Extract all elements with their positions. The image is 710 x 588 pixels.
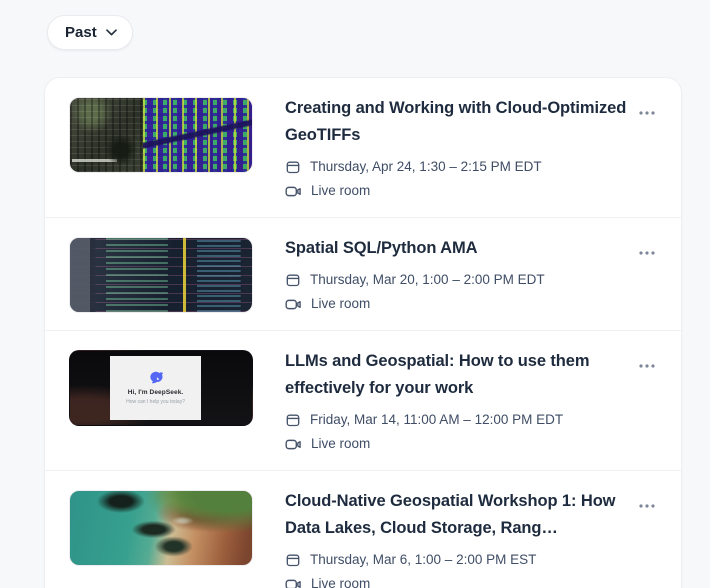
ellipsis-icon (639, 111, 655, 115)
ellipsis-icon (639, 504, 655, 508)
event-row[interactable]: Spatial SQL/Python AMA Thursday, Mar 20,… (45, 217, 681, 330)
event-info: LLMs and Geospatial: How to use them eff… (285, 347, 627, 454)
event-thumbnail[interactable]: Hi, I'm DeepSeek. How can I help you tod… (69, 350, 253, 426)
event-title[interactable]: Spatial SQL/Python AMA (285, 235, 627, 262)
calendar-icon (285, 159, 301, 175)
video-camera-icon (285, 437, 302, 452)
event-datetime-text: Thursday, Apr 24, 1:30 – 2:15 PM EDT (310, 157, 542, 177)
event-location: Live room (285, 574, 627, 588)
event-location-text: Live room (311, 434, 370, 454)
calendar-icon (285, 552, 301, 568)
events-list-card: Creating and Working with Cloud-Optimize… (44, 77, 682, 588)
event-location-text: Live room (311, 294, 370, 314)
event-datetime: Thursday, Mar 6, 1:00 – 2:00 PM EST (285, 550, 627, 570)
event-location: Live room (285, 294, 627, 314)
event-info: Spatial SQL/Python AMA Thursday, Mar 20,… (285, 234, 627, 314)
video-camera-icon (285, 297, 302, 312)
event-thumbnail[interactable] (69, 490, 253, 566)
deepseek-headline: Hi, I'm DeepSeek. (128, 389, 184, 396)
event-datetime: Friday, Mar 14, 11:00 AM – 12:00 PM EDT (285, 410, 627, 430)
event-info: Cloud-Native Geospatial Workshop 1: How … (285, 487, 627, 588)
satellite-image (70, 98, 143, 172)
event-thumbnail[interactable] (69, 237, 253, 313)
ellipsis-icon (639, 251, 655, 255)
event-title[interactable]: LLMs and Geospatial: How to use them eff… (285, 348, 627, 402)
event-title[interactable]: Cloud-Native Geospatial Workshop 1: How … (285, 488, 627, 542)
event-location: Live room (285, 434, 627, 454)
filter-label: Past (65, 24, 97, 41)
event-datetime-text: Friday, Mar 14, 11:00 AM – 12:00 PM EDT (310, 410, 563, 430)
raster-colormap-image (143, 98, 252, 172)
chevron-down-icon (106, 29, 117, 36)
event-location-text: Live room (311, 181, 370, 201)
more-options-button[interactable] (635, 496, 659, 516)
event-row[interactable]: Creating and Working with Cloud-Optimize… (45, 78, 681, 217)
more-options-button[interactable] (635, 356, 659, 376)
event-row[interactable]: Hi, I'm DeepSeek. How can I help you tod… (45, 330, 681, 470)
event-datetime-text: Thursday, Mar 20, 1:00 – 2:00 PM EDT (310, 270, 545, 290)
event-row[interactable]: Cloud-Native Geospatial Workshop 1: How … (45, 470, 681, 588)
more-options-button[interactable] (635, 103, 659, 123)
video-camera-icon (285, 184, 302, 199)
event-title[interactable]: Creating and Working with Cloud-Optimize… (285, 95, 627, 149)
calendar-icon (285, 412, 301, 428)
deepseek-whale-logo (147, 371, 164, 384)
event-datetime-text: Thursday, Mar 6, 1:00 – 2:00 PM EST (310, 550, 536, 570)
deepseek-subtext: How can I help you today? (126, 399, 185, 405)
event-datetime: Thursday, Mar 20, 1:00 – 2:00 PM EDT (285, 270, 627, 290)
aerial-coastline-image (70, 491, 252, 565)
event-location: Live room (285, 181, 627, 201)
video-camera-icon (285, 577, 302, 588)
code-screen-image (70, 238, 252, 312)
past-filter-button[interactable]: Past (47, 15, 133, 50)
event-info: Creating and Working with Cloud-Optimize… (285, 94, 627, 201)
event-thumbnail[interactable] (69, 97, 253, 173)
more-options-button[interactable] (635, 243, 659, 263)
event-location-text: Live room (311, 574, 370, 588)
ellipsis-icon (639, 364, 655, 368)
deepseek-app-screen: Hi, I'm DeepSeek. How can I help you tod… (110, 356, 201, 420)
calendar-icon (285, 272, 301, 288)
event-datetime: Thursday, Apr 24, 1:30 – 2:15 PM EDT (285, 157, 627, 177)
